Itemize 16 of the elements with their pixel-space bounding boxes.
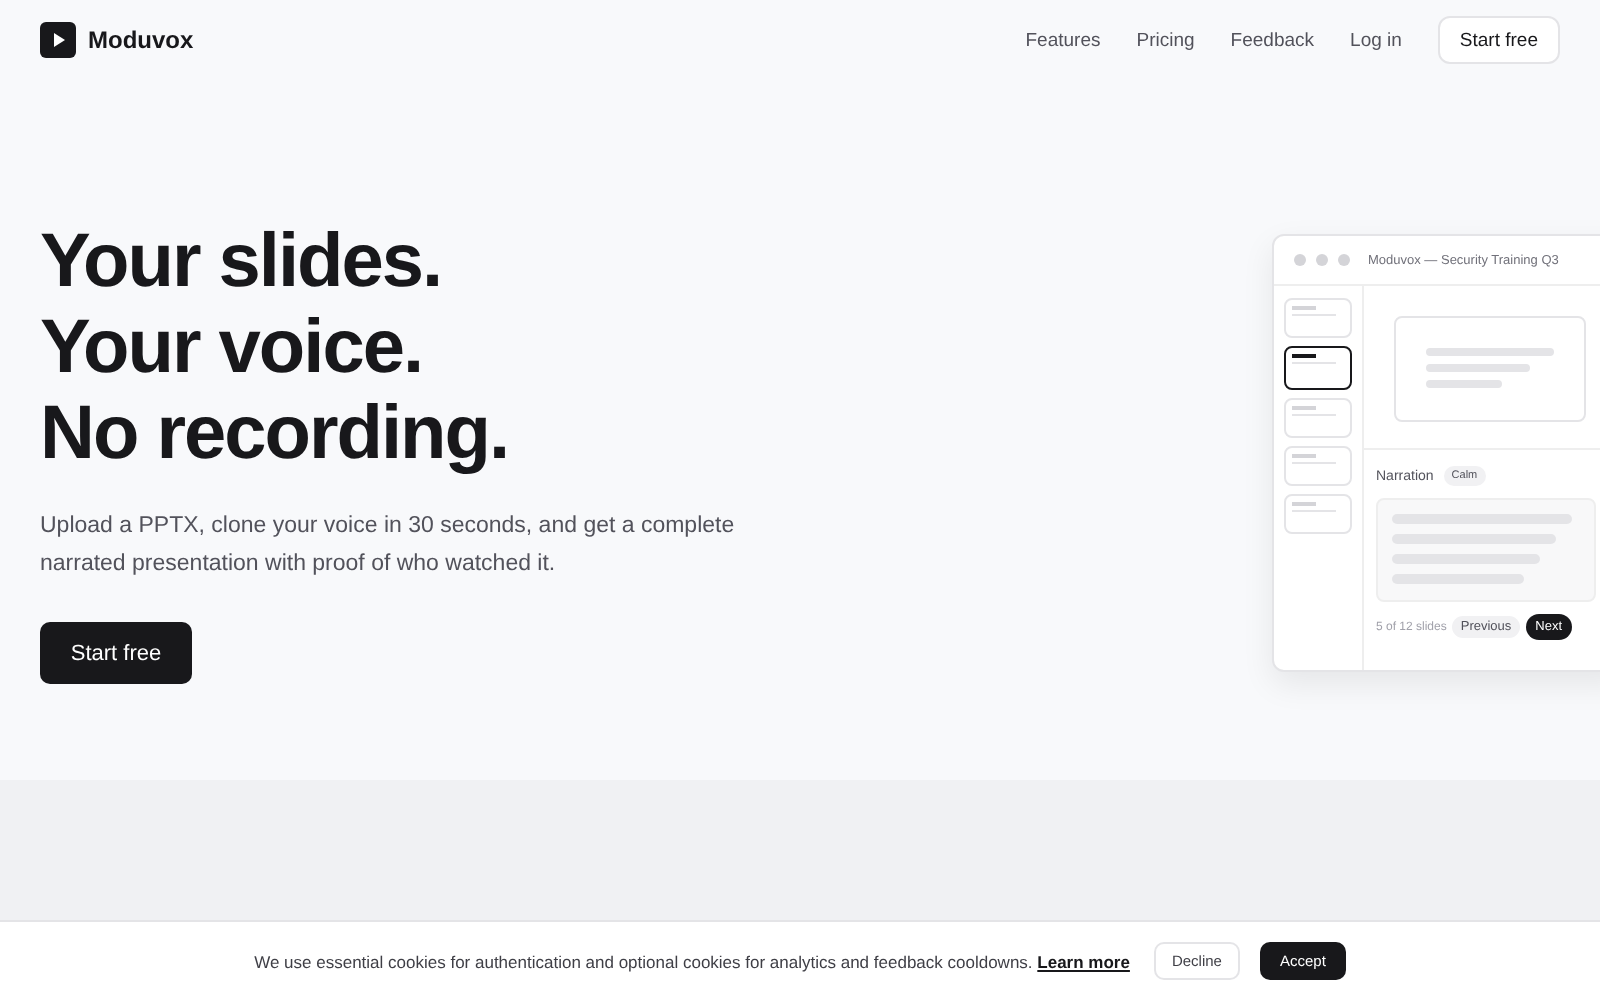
hero-subtitle: Upload a PPTX, clone your voice in 30 seconds, and get a complete narrated presentation with proof of who watched it. — [40, 512, 737, 580]
nav-link[interactable]: Pricing — [1136, 29, 1195, 51]
learn-more-link[interactable]: Learn more — [1037, 951, 1130, 971]
slide-thumbnail[interactable] — [1284, 346, 1352, 390]
cookie-notice: We use essential cookies for authentication and optional cookies for analytics and feedback cooldowns. Learn more — [254, 951, 1130, 971]
start-free-button[interactable]: Start free — [1437, 16, 1560, 64]
logo-icon — [40, 22, 76, 58]
start-free-button[interactable]: Start free — [40, 622, 192, 684]
nav-link[interactable]: Feedback — [1230, 29, 1315, 51]
nav-link[interactable]: Features — [1025, 29, 1101, 51]
headline: Your voice. — [40, 306, 425, 392]
headline: No recording. — [40, 392, 511, 478]
nav-link[interactable]: Log in — [1350, 29, 1402, 51]
window-dots-icon — [1294, 254, 1350, 266]
brand-name: Moduvox — [88, 26, 194, 54]
headline: Your slides. — [40, 220, 444, 306]
